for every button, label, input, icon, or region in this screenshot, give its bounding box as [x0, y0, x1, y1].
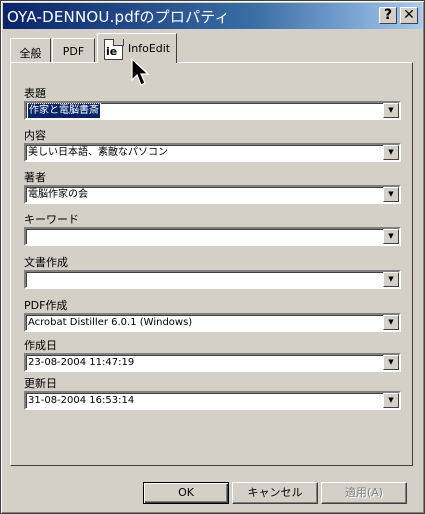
author-label: 著者 [24, 171, 46, 184]
content-label: 内容 [24, 129, 46, 142]
pdf-producer-value: Acrobat Distiller 6.0.1 (Windows) [28, 317, 193, 328]
created-label: 作成日 [24, 339, 57, 352]
title-label: 表題 [24, 87, 46, 100]
created-value: 23-08-2004 11:47:19 [28, 357, 135, 368]
window-title: OYA-DENNOU.pdfのプロパティ [7, 8, 230, 26]
tab-pdf[interactable]: PDF [52, 38, 95, 62]
chevron-down-icon[interactable]: ▼ [383, 145, 399, 160]
doc-creator-combobox[interactable]: ▼ [24, 270, 401, 289]
tab-general[interactable]: 全般 [10, 38, 51, 62]
author-value: 電脳作家の会 [28, 189, 88, 200]
chevron-down-icon[interactable]: ▼ [383, 187, 399, 202]
cancel-button[interactable]: キャンセル [232, 482, 318, 504]
help-button[interactable]: ? [379, 7, 397, 24]
created-combobox[interactable]: 23-08-2004 11:47:19 ▼ [24, 353, 401, 372]
chevron-down-icon[interactable]: ▼ [383, 103, 399, 118]
pdf-producer-combobox[interactable]: Acrobat Distiller 6.0.1 (Windows) ▼ [24, 313, 401, 332]
modified-label: 更新日 [24, 377, 57, 390]
apply-button[interactable]: 適用(A) [321, 482, 407, 504]
title-value: 作家と電脳書斎 [27, 103, 101, 119]
title-combobox[interactable]: 作家と電脳書斎 ▼ [24, 101, 401, 120]
chevron-down-icon[interactable]: ▼ [383, 272, 399, 287]
chevron-down-icon[interactable]: ▼ [383, 315, 399, 330]
modified-value: 31-08-2004 16:53:14 [28, 395, 135, 406]
title-bar[interactable]: OYA-DENNOU.pdfのプロパティ ? ✕ [3, 3, 422, 29]
mouse-pointer-icon [131, 58, 150, 86]
chevron-down-icon[interactable]: ▼ [383, 355, 399, 370]
keywords-label: キーワード [24, 213, 79, 226]
close-button[interactable]: ✕ [400, 7, 418, 24]
chevron-down-icon[interactable]: ▼ [383, 229, 399, 244]
ok-button[interactable]: OK [143, 482, 229, 504]
content-combobox[interactable]: 美しい日本語、素敵なパソコン ▼ [24, 143, 401, 162]
chevron-down-icon[interactable]: ▼ [383, 393, 399, 408]
modified-combobox[interactable]: 31-08-2004 16:53:14 ▼ [24, 391, 401, 410]
tab-infoedit-label: InfoEdit [128, 42, 171, 55]
properties-dialog: OYA-DENNOU.pdfのプロパティ ? ✕ 全般 PDF ie InfoE… [0, 0, 425, 514]
keywords-combobox[interactable]: ▼ [24, 227, 401, 246]
author-combobox[interactable]: 電脳作家の会 ▼ [24, 185, 401, 204]
pdf-producer-label: PDF作成 [24, 299, 68, 312]
ie-icon: ie [104, 39, 124, 60]
content-value: 美しい日本語、素敵なパソコン [28, 147, 168, 158]
doc-creator-label: 文書作成 [24, 256, 68, 269]
